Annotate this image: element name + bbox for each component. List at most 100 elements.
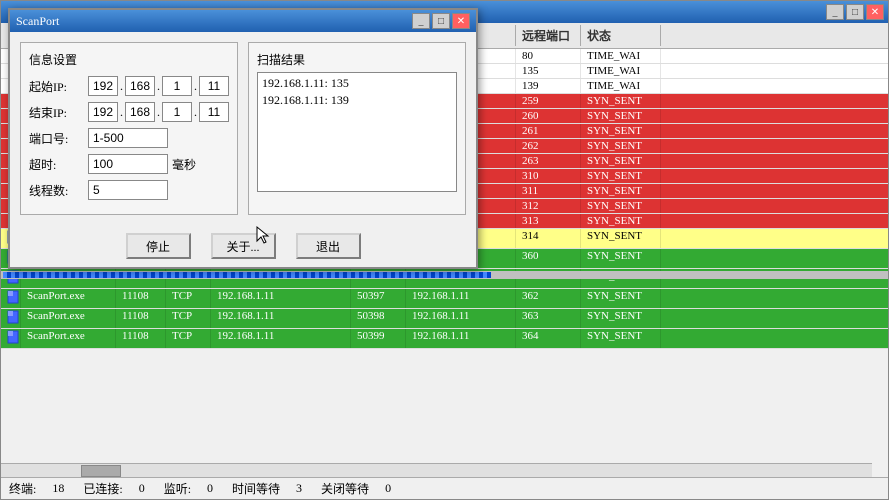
progress-area bbox=[1, 271, 888, 279]
table-cell: 360 bbox=[516, 249, 581, 268]
end-ip-part2[interactable] bbox=[125, 102, 155, 122]
threads-input[interactable] bbox=[88, 180, 168, 200]
result-panel: 扫描结果 192.168.1.11: 135 192.168.1.11: 139 bbox=[248, 42, 466, 215]
threads-label: 线程数: bbox=[29, 182, 84, 199]
end-ip-row: 结束IP: . . . bbox=[29, 102, 229, 122]
port-row: 端口号: bbox=[29, 128, 229, 148]
bg-maximize-button[interactable]: □ bbox=[846, 4, 864, 20]
end-ip-label: 结束IP: bbox=[29, 104, 84, 121]
table-cell: 261 bbox=[516, 124, 581, 138]
table-cell: SYN_SENT bbox=[581, 139, 661, 153]
ip-dot-5: . bbox=[157, 105, 160, 120]
scan-result-item: 192.168.1.11: 139 bbox=[260, 92, 454, 109]
scanport-dialog: ScanPort _ □ ✕ 信息设置 起始IP: . . . bbox=[8, 8, 478, 269]
table-cell: 11108 bbox=[116, 309, 166, 328]
ip-dot-2: . bbox=[157, 79, 160, 94]
port-label: 端口号: bbox=[29, 130, 84, 147]
table-cell: SYN_SENT bbox=[581, 169, 661, 183]
table-cell: SYN_SENT bbox=[581, 109, 661, 123]
about-button[interactable]: 关于... bbox=[211, 233, 276, 259]
end-ip-part3[interactable] bbox=[162, 102, 192, 122]
scan-section-label: 扫描结果 bbox=[257, 51, 457, 68]
close-wait-label: 关闭等待 bbox=[318, 480, 369, 497]
table-cell: 11108 bbox=[116, 329, 166, 348]
table-cell: SYN_SENT bbox=[581, 329, 661, 348]
end-ip-group[interactable]: . . . bbox=[88, 102, 229, 122]
bg-close-button[interactable]: ✕ bbox=[866, 4, 884, 20]
table-cell: 135 bbox=[516, 64, 581, 78]
scan-results-list[interactable]: 192.168.1.11: 135 192.168.1.11: 139 bbox=[257, 72, 457, 192]
row-icon bbox=[1, 309, 21, 328]
start-ip-label: 起始IP: bbox=[29, 78, 84, 95]
table-cell: SYN_SENT bbox=[581, 199, 661, 213]
table-cell: 312 bbox=[516, 199, 581, 213]
start-ip-part1[interactable] bbox=[88, 76, 118, 96]
info-section-label: 信息设置 bbox=[29, 51, 229, 68]
table-row[interactable]: ScanPort.exe11108TCP192.168.1.1150398192… bbox=[1, 309, 888, 329]
table-cell: TIME_WAI bbox=[581, 79, 661, 93]
dialog-close-button[interactable]: ✕ bbox=[452, 13, 470, 29]
table-cell: 364 bbox=[516, 329, 581, 348]
stop-button[interactable]: 停止 bbox=[126, 233, 191, 259]
table-cell: SYN_SENT bbox=[581, 249, 661, 268]
table-cell: 263 bbox=[516, 154, 581, 168]
table-cell: 311 bbox=[516, 184, 581, 198]
timeout-row: 超时: 毫秒 bbox=[29, 154, 229, 174]
table-row[interactable]: ScanPort.exe11108TCP192.168.1.1150399192… bbox=[1, 329, 888, 349]
table-cell: SYN_SENT bbox=[581, 124, 661, 138]
table-cell: ScanPort.exe bbox=[21, 309, 116, 328]
table-cell: ScanPort.exe bbox=[21, 289, 116, 308]
start-ip-group[interactable]: . . . bbox=[88, 76, 229, 96]
table-row[interactable]: ScanPort.exe11108TCP192.168.1.1150397192… bbox=[1, 289, 888, 309]
dialog-minimize-button[interactable]: _ bbox=[412, 13, 430, 29]
connected-value: 0 bbox=[139, 481, 145, 496]
table-cell: 50397 bbox=[351, 289, 406, 308]
table-cell: SYN_SENT bbox=[581, 154, 661, 168]
table-cell: 192.168.1.11 bbox=[406, 289, 516, 308]
listening-value: 0 bbox=[207, 481, 213, 496]
ip-dot-3: . bbox=[194, 79, 197, 94]
table-cell: 362 bbox=[516, 289, 581, 308]
dialog-titlebar: ScanPort _ □ ✕ bbox=[10, 10, 476, 32]
table-cell: 50398 bbox=[351, 309, 406, 328]
table-cell: 192.168.1.11 bbox=[211, 289, 351, 308]
timeout-input[interactable] bbox=[88, 154, 168, 174]
table-cell: TCP bbox=[166, 289, 211, 308]
start-ip-part3[interactable] bbox=[162, 76, 192, 96]
table-cell: TCP bbox=[166, 309, 211, 328]
dialog-content: 信息设置 起始IP: . . . 结束IP: . bbox=[10, 32, 476, 225]
port-input[interactable] bbox=[88, 128, 168, 148]
bg-minimize-button[interactable]: _ bbox=[826, 4, 844, 20]
table-cell: SYN_SENT bbox=[581, 229, 661, 248]
progress-bar bbox=[3, 272, 491, 278]
start-ip-part4[interactable] bbox=[199, 76, 229, 96]
timeout-label: 超时: bbox=[29, 156, 84, 173]
end-ip-part4[interactable] bbox=[199, 102, 229, 122]
dialog-controls[interactable]: _ □ ✕ bbox=[412, 13, 470, 29]
terminal-value: 18 bbox=[52, 481, 64, 496]
end-ip-part1[interactable] bbox=[88, 102, 118, 122]
table-cell: 139 bbox=[516, 79, 581, 93]
info-panel: 信息设置 起始IP: . . . 结束IP: . bbox=[20, 42, 238, 215]
dialog-maximize-button[interactable]: □ bbox=[432, 13, 450, 29]
table-cell: 192.168.1.11 bbox=[211, 329, 351, 348]
table-cell: 192.168.1.11 bbox=[406, 309, 516, 328]
exit-button[interactable]: 退出 bbox=[296, 233, 361, 259]
table-cell: TIME_WAI bbox=[581, 64, 661, 78]
scrollbar-thumb[interactable] bbox=[81, 465, 121, 477]
ip-dot-6: . bbox=[194, 105, 197, 120]
connected-label: 已连接: bbox=[80, 480, 122, 497]
table-cell: 50399 bbox=[351, 329, 406, 348]
bg-window-controls[interactable]: _ □ ✕ bbox=[826, 4, 884, 20]
table-cell: 363 bbox=[516, 309, 581, 328]
time-wait-label: 时间等待 bbox=[229, 480, 280, 497]
start-ip-part2[interactable] bbox=[125, 76, 155, 96]
timeout-unit: 毫秒 bbox=[172, 156, 196, 173]
row-icon bbox=[1, 289, 21, 308]
table-cell: 192.168.1.11 bbox=[406, 329, 516, 348]
time-wait-value: 3 bbox=[296, 481, 302, 496]
horizontal-scrollbar[interactable] bbox=[1, 463, 872, 477]
table-cell: 192.168.1.11 bbox=[211, 309, 351, 328]
table-cell: TCP bbox=[166, 329, 211, 348]
table-cell: 313 bbox=[516, 214, 581, 228]
